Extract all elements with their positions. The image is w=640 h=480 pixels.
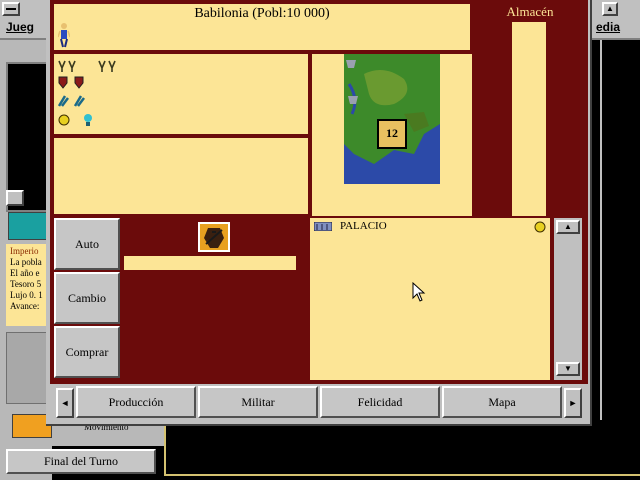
scroll-down-button[interactable]: ▼	[556, 362, 580, 376]
happiness-panel	[54, 138, 308, 214]
menu-juego[interactable]: Jueg	[6, 20, 34, 34]
map-border-right	[600, 40, 640, 420]
production-unit-icon[interactable]	[198, 222, 230, 252]
menubar-right: ▲ edia	[590, 0, 640, 40]
tab-production[interactable]: Producción	[76, 386, 196, 418]
menu-enciclopedia[interactable]: edia	[596, 20, 620, 34]
mouse-cursor-icon	[412, 282, 426, 302]
improvement-name: PALACIO	[340, 220, 387, 232]
storage-box	[512, 22, 546, 216]
list-item[interactable]: PALACIO	[314, 220, 546, 234]
city-title-panel: Babilonia (Pobl:10 000)	[54, 4, 470, 50]
citizen-icon[interactable]	[58, 22, 70, 48]
maximize-button[interactable]: ▲	[602, 2, 618, 16]
tab-scroll-left-button[interactable]: ◄	[56, 388, 74, 418]
production-progress	[124, 256, 296, 270]
city-dialog: Babilonia (Pobl:10 000) Almacén 12 Auto …	[46, 0, 592, 426]
tab-scroll-right-button[interactable]: ►	[564, 388, 582, 418]
lightbulb-icon	[82, 113, 94, 127]
background-side-panel: Imperio La pobla El año e Tesoro 5 Lujo …	[0, 40, 52, 480]
city-map[interactable]: 12	[344, 54, 440, 184]
trade-row	[58, 94, 92, 108]
food-row	[58, 60, 130, 72]
menubar-left: Jueg	[0, 0, 52, 40]
buy-button[interactable]: Comprar	[54, 326, 120, 378]
city-tile-label: 12	[386, 126, 398, 140]
city-map-panel: 12	[312, 54, 472, 216]
city-title: Babilonia (Pobl:10 000)	[194, 6, 330, 21]
coin-icon	[58, 114, 70, 126]
tab-map[interactable]: Mapa	[442, 386, 562, 418]
improvements-scrollbar[interactable]: ▲ ▼	[554, 218, 582, 380]
tab-bar: ◄ Producción Militar Felicidad Mapa ►	[50, 384, 588, 422]
system-menu-button[interactable]	[2, 2, 20, 16]
end-turn-button[interactable]: Final del Turno	[6, 449, 156, 474]
change-button[interactable]: Cambio	[54, 272, 120, 324]
shield-row	[58, 76, 92, 90]
scroll-up-button[interactable]: ▲	[556, 220, 580, 234]
map-border-bottom	[164, 420, 640, 476]
upkeep-coin-icon	[534, 221, 546, 233]
city-frame: Babilonia (Pobl:10 000) Almacén 12 Auto …	[50, 0, 588, 384]
palace-icon	[314, 222, 332, 231]
tab-military[interactable]: Militar	[198, 386, 318, 418]
auto-button[interactable]: Auto	[54, 218, 120, 270]
side-panel-button[interactable]	[6, 190, 24, 206]
storage-label: Almacén	[506, 4, 554, 19]
improvements-list: PALACIO	[310, 218, 550, 380]
resources-panel	[54, 54, 308, 134]
tab-happiness[interactable]: Felicidad	[320, 386, 440, 418]
